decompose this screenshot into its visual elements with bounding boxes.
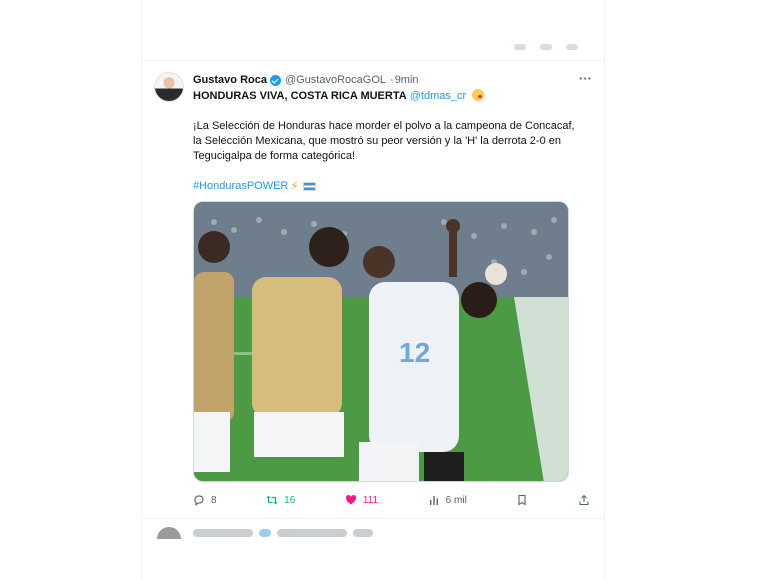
author-name[interactable]: Gustavo Roca: [193, 74, 267, 86]
views-chart-icon: [429, 496, 438, 505]
tweet[interactable]: Gustavo Roca @GustavoRocaGOL · 9min ··· …: [142, 62, 604, 519]
tweet-photo[interactable]: 12: [193, 201, 569, 482]
avatar[interactable]: [154, 72, 184, 102]
tweet-header: Gustavo Roca @GustavoRocaGOL · 9min ···: [193, 71, 592, 88]
views-count: 6 mil: [445, 494, 467, 506]
more-options-icon[interactable]: ···: [579, 71, 592, 86]
dot-separator: ·: [390, 74, 394, 86]
tweet-text: HONDURAS VIVA, COSTA RICA MUERTA @tdmas_…: [193, 89, 584, 194]
headline: HONDURAS VIVA, COSTA RICA MUERTA: [193, 90, 407, 102]
verified-badge-icon: [269, 74, 281, 86]
author-handle[interactable]: @GustavoRocaGOL: [285, 74, 386, 86]
like-action[interactable]: 111: [345, 494, 378, 506]
previous-tweet-stub: [142, 38, 604, 61]
retweet-icon: [266, 495, 278, 505]
heart-icon: [345, 495, 356, 505]
reply-icon: [194, 495, 204, 506]
svg-text:12: 12: [399, 337, 430, 368]
lightning-emoji: ⚡: [290, 179, 299, 193]
timeline-feed: Gustavo Roca @GustavoRocaGOL · 9min ··· …: [141, 0, 605, 580]
retweet-count: 16: [284, 494, 296, 506]
reply-action[interactable]: 8: [193, 494, 217, 506]
like-count: 111: [362, 494, 379, 506]
next-tweet-stub: [142, 519, 604, 539]
bookmark-icon: [518, 494, 526, 506]
kissing-face-emoji: [472, 89, 485, 101]
tweet-body: ¡La Selección de Honduras hace morder el…: [193, 120, 575, 162]
views-action[interactable]: 6 mil: [428, 494, 467, 506]
bookmark-action[interactable]: [516, 494, 528, 506]
timestamp[interactable]: 9min: [395, 74, 419, 86]
tweet-actions: 8 16 111 6 mil: [193, 492, 590, 508]
celebration-photo-illustration: 12: [194, 202, 568, 481]
headline-line: HONDURAS VIVA, COSTA RICA MUERTA @tdmas_…: [193, 89, 584, 104]
retweet-action[interactable]: 16: [266, 494, 295, 506]
share-icon: [579, 494, 589, 506]
hashtag-line: #HondurasPOWER ⚡: [193, 179, 584, 194]
share-action[interactable]: [578, 494, 590, 506]
reply-count: 8: [211, 494, 217, 506]
hashtag-link[interactable]: #HondurasPOWER: [193, 179, 288, 194]
honduras-flag-emoji: [302, 182, 316, 191]
mention-link[interactable]: @tdmas_cr: [410, 90, 466, 102]
